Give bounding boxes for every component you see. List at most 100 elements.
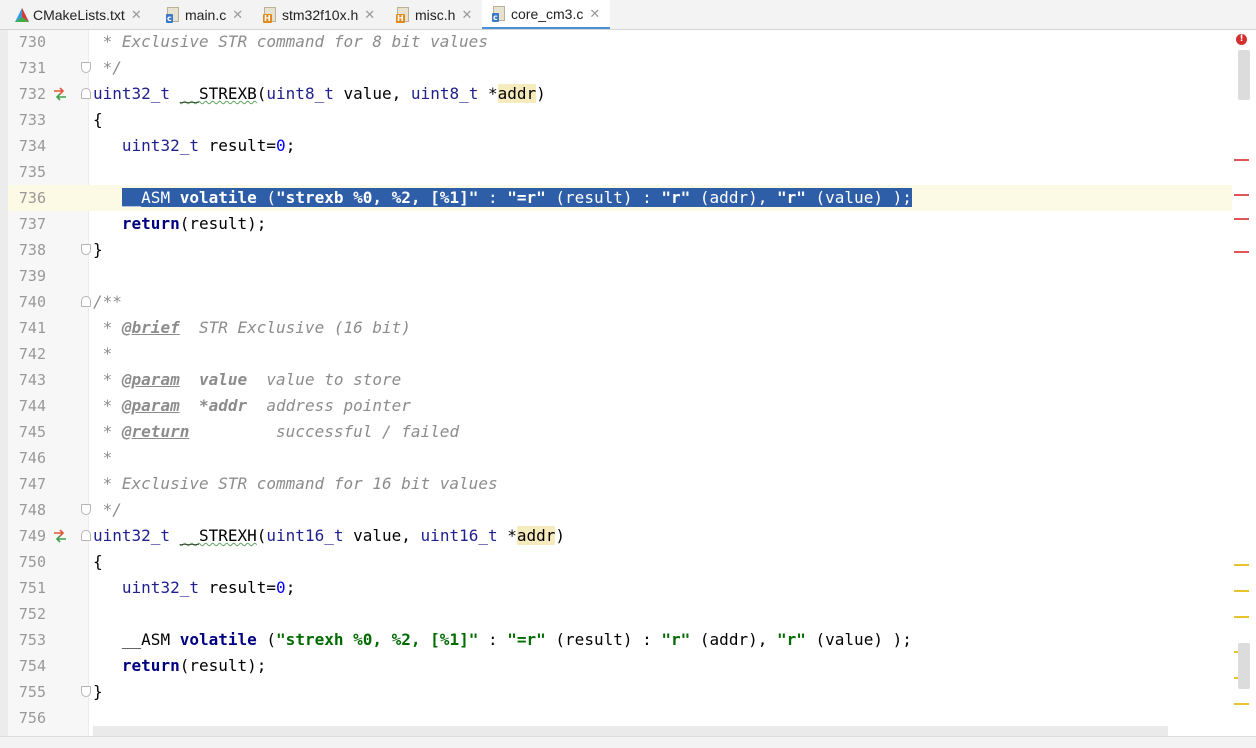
code-text[interactable]: *: [93, 445, 113, 471]
code-text[interactable]: uint32_t result=0;: [93, 575, 295, 601]
warning-stripe-mark[interactable]: [1234, 590, 1249, 592]
code-text[interactable]: /**: [93, 289, 122, 315]
fold-start-icon[interactable]: [80, 87, 91, 100]
line-number: 737: [18, 215, 46, 233]
tab-main-c[interactable]: c main.c ✕: [166, 0, 243, 29]
code-text[interactable]: * @brief STR Exclusive (16 bit): [93, 315, 411, 341]
code-line[interactable]: 749 uint32_t __STREXH(uint16_t value, ui…: [8, 523, 1232, 549]
code-line[interactable]: 746 *: [8, 445, 1232, 471]
line-number: 735: [18, 163, 46, 181]
code-text[interactable]: {: [93, 549, 103, 575]
code-text[interactable]: * @param *addr address pointer: [93, 393, 411, 419]
line-number: 745: [18, 423, 46, 441]
code-line[interactable]: 737 return(result);: [8, 211, 1232, 237]
fold-end-icon[interactable]: [80, 61, 91, 74]
h-file-icon: H: [263, 6, 277, 23]
code-text[interactable]: */: [93, 55, 122, 81]
code-text[interactable]: return(result);: [93, 211, 267, 237]
line-number: 731: [18, 59, 46, 77]
code-line[interactable]: 741 * @brief STR Exclusive (16 bit): [8, 315, 1232, 341]
h-file-icon: H: [396, 6, 410, 23]
fold-end-icon[interactable]: [80, 503, 91, 516]
close-icon[interactable]: ✕: [364, 7, 375, 23]
code-text[interactable]: __ASM volatile ("strexh %0, %2, [%1]" : …: [93, 627, 912, 653]
code-line[interactable]: 752: [8, 601, 1232, 627]
close-icon[interactable]: ✕: [232, 7, 243, 23]
code-line[interactable]: 745 * @return successful / failed: [8, 419, 1232, 445]
code-line[interactable]: 730 * Exclusive STR command for 8 bit va…: [8, 29, 1232, 55]
code-line[interactable]: 750 {: [8, 549, 1232, 575]
vertical-scrollbar-thumb[interactable]: [1238, 643, 1250, 689]
error-stripe-mark[interactable]: [1234, 218, 1249, 220]
warning-stripe-mark[interactable]: [1234, 564, 1249, 566]
line-number: 746: [18, 449, 46, 467]
vertical-scrollbar-thumb[interactable]: [1238, 50, 1250, 100]
code-line[interactable]: 732 uint32_t __STREXB(uint8_t value, uin…: [8, 81, 1232, 107]
close-icon[interactable]: ✕: [461, 7, 472, 23]
tab-core-cm3-c[interactable]: c core_cm3.c ✕: [482, 0, 611, 29]
code-text[interactable]: }: [93, 679, 103, 705]
code-line[interactable]: 733 {: [8, 107, 1232, 133]
code-text[interactable]: * Exclusive STR command for 8 bit values: [93, 29, 488, 55]
code-line[interactable]: 734 uint32_t result=0;: [8, 133, 1232, 159]
code-line[interactable]: 747 * Exclusive STR command for 16 bit v…: [8, 471, 1232, 497]
code-line[interactable]: 739: [8, 263, 1232, 289]
code-line[interactable]: 755 }: [8, 679, 1232, 705]
error-stripe-mark[interactable]: [1234, 251, 1249, 253]
code-text[interactable]: uint32_t result=0;: [93, 133, 295, 159]
line-number: 751: [18, 579, 46, 597]
fold-start-icon[interactable]: [80, 529, 91, 542]
code-line[interactable]: 735: [8, 159, 1232, 185]
line-number: 744: [18, 397, 46, 415]
code-line[interactable]: 740 /**: [8, 289, 1232, 315]
tab-misc-h[interactable]: H misc.h ✕: [396, 0, 472, 29]
horizontal-scrollbar[interactable]: [93, 726, 1168, 736]
fold-end-icon[interactable]: [80, 685, 91, 698]
error-stripe-mark[interactable]: [1234, 159, 1249, 161]
code-line[interactable]: 744 * @param *addr address pointer: [8, 393, 1232, 419]
fold-end-icon[interactable]: [80, 243, 91, 256]
close-icon[interactable]: ✕: [131, 7, 142, 23]
code-text[interactable]: }: [93, 237, 103, 263]
code-line[interactable]: 731 */: [8, 55, 1232, 81]
code-line[interactable]: 742 *: [8, 341, 1232, 367]
code-text[interactable]: * @param value value to store: [93, 367, 402, 393]
code-text-selected[interactable]: __ASM volatile ("strexb %0, %2, [%1]" : …: [93, 185, 912, 211]
line-number: 733: [18, 111, 46, 129]
code-text[interactable]: * @return successful / failed: [93, 419, 459, 445]
cmake-icon: [14, 7, 29, 23]
code-text[interactable]: * Exclusive STR command for 16 bit value…: [93, 471, 498, 497]
code-text[interactable]: */: [93, 497, 122, 523]
code-text[interactable]: return(result);: [93, 653, 267, 679]
code-text[interactable]: *: [93, 341, 113, 367]
tab-label: CMakeLists.txt: [33, 6, 125, 23]
code-line[interactable]: 748 */: [8, 497, 1232, 523]
close-icon[interactable]: ✕: [589, 6, 600, 22]
code-text[interactable]: {: [93, 107, 103, 133]
line-number: 739: [18, 267, 46, 285]
tab-label: core_cm3.c: [511, 5, 584, 22]
breadcrumb-bar: [0, 736, 1256, 748]
navigate-to-declaration-icon[interactable]: [52, 85, 68, 103]
c-file-icon: c: [492, 5, 506, 22]
code-text[interactable]: uint32_t __STREXB(uint8_t value, uint8_t…: [93, 81, 546, 107]
error-stripe-bar[interactable]: [1232, 30, 1256, 747]
line-number: 743: [18, 371, 46, 389]
tab-label: misc.h: [415, 6, 456, 23]
code-line[interactable]: 738 }: [8, 237, 1232, 263]
tab-cmakelists[interactable]: CMakeLists.txt ✕: [14, 0, 142, 29]
line-number: 749: [18, 527, 46, 545]
warning-stripe-mark[interactable]: [1234, 616, 1249, 618]
code-line[interactable]: 743 * @param value value to store: [8, 367, 1232, 393]
code-line[interactable]: 751 uint32_t result=0;: [8, 575, 1232, 601]
error-stripe-mark[interactable]: [1234, 194, 1249, 196]
warning-stripe-mark[interactable]: [1234, 703, 1249, 705]
code-line-current[interactable]: 736 __ASM volatile ("strexb %0, %2, [%1]…: [8, 185, 1232, 211]
code-text[interactable]: uint32_t __STREXH(uint16_t value, uint16…: [93, 523, 565, 549]
tab-stm32f10x-h[interactable]: H stm32f10x.h ✕: [263, 0, 375, 29]
error-indicator-icon[interactable]: !: [1236, 34, 1247, 45]
fold-start-icon[interactable]: [80, 295, 91, 308]
code-line[interactable]: 754 return(result);: [8, 653, 1232, 679]
navigate-to-declaration-icon[interactable]: [52, 527, 68, 545]
code-line[interactable]: 753 __ASM volatile ("strexh %0, %2, [%1]…: [8, 627, 1232, 653]
